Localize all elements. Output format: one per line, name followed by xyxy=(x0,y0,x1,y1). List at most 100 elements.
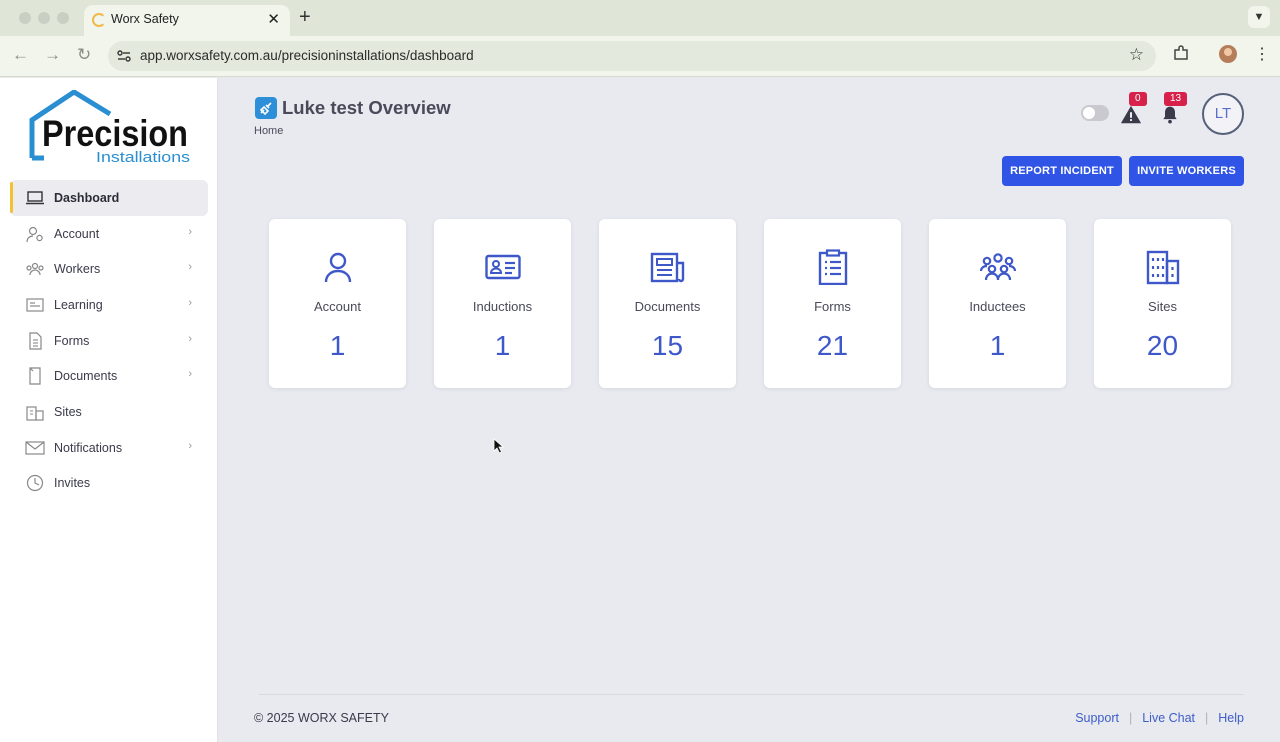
browser-menu-icon[interactable]: ⋮ xyxy=(1254,44,1270,64)
browser-toolbar: ← → ↻ app.worxsafety.com.au/precisionins… xyxy=(0,36,1280,77)
favicon-icon xyxy=(92,13,106,27)
tab-title: Worx Safety xyxy=(111,12,179,26)
extensions-icon[interactable] xyxy=(1172,44,1190,62)
stat-label: Documents xyxy=(634,299,701,314)
footer-copyright: © 2025 WORX SAFETY xyxy=(254,711,389,725)
theme-toggle[interactable] xyxy=(1081,105,1109,121)
user-gear-icon xyxy=(26,226,43,242)
reload-icon[interactable]: ↻ xyxy=(77,45,91,65)
notifications-count-badge: 13 xyxy=(1164,92,1188,106)
stat-card-inductees[interactable]: Inductees 1 xyxy=(929,219,1066,388)
stat-label: Sites xyxy=(1148,299,1177,314)
user-avatar[interactable]: LT xyxy=(1202,93,1244,135)
alerts-button[interactable]: 0 xyxy=(1119,92,1147,126)
sidebar-item-invites[interactable]: Invites xyxy=(10,466,208,502)
clipboard-icon xyxy=(818,249,847,285)
footer-separator: | xyxy=(1205,711,1209,725)
profile-avatar[interactable] xyxy=(1219,45,1237,63)
stat-label: Inductees xyxy=(969,299,1026,314)
id-card-icon xyxy=(484,254,521,280)
sidebar-item-workers[interactable]: Workers › xyxy=(10,251,208,287)
mail-icon xyxy=(25,441,45,455)
notifications-button[interactable]: 13 xyxy=(1159,92,1188,126)
sidebar-item-account[interactable]: Account › xyxy=(10,216,208,252)
stat-card-inductions[interactable]: Inductions 1 xyxy=(434,219,571,388)
laptop-icon xyxy=(26,191,44,205)
form-icon xyxy=(29,331,42,350)
person-icon xyxy=(324,252,351,283)
stat-value: 1 xyxy=(494,330,511,361)
footer-link-support[interactable]: Support xyxy=(1075,711,1119,725)
site-info-icon[interactable] xyxy=(116,48,132,64)
stat-label: Account xyxy=(314,299,361,314)
stat-card-documents[interactable]: Documents 15 xyxy=(599,219,736,388)
document-icon xyxy=(29,367,41,385)
stat-value: 1 xyxy=(329,330,346,361)
stat-value: 21 xyxy=(816,330,849,361)
warning-icon xyxy=(1120,105,1142,124)
window-close-dot[interactable] xyxy=(19,12,31,24)
building-icon xyxy=(1146,250,1179,285)
footer-divider xyxy=(259,694,1244,695)
building-icon xyxy=(26,406,44,421)
sidebar-item-notifications[interactable]: Notifications › xyxy=(10,430,208,466)
svg-text:Precision: Precision xyxy=(42,113,188,154)
new-tab-icon[interactable]: + xyxy=(299,6,311,29)
sidebar: Precision Installations Dashboard Accoun… xyxy=(0,78,218,742)
report-incident-button[interactable]: REPORT INCIDENT xyxy=(1002,156,1122,186)
url-text: app.worxsafety.com.au/precisioninstallat… xyxy=(140,48,474,63)
chevron-right-icon: › xyxy=(188,297,192,310)
footer-link-help[interactable]: Help xyxy=(1218,711,1244,725)
footer-separator: | xyxy=(1128,711,1133,725)
sidebar-item-label: Forms xyxy=(54,333,90,348)
sidebar-item-label: Documents xyxy=(54,369,118,384)
learning-icon xyxy=(26,298,44,312)
page-title: Luke test Overview xyxy=(282,97,451,118)
bell-icon xyxy=(1163,106,1177,124)
mouse-cursor-icon xyxy=(493,438,505,454)
group-icon xyxy=(979,253,1016,281)
sidebar-item-label: Dashboard xyxy=(54,190,120,205)
bookmark-star-icon[interactable]: ☆ xyxy=(1129,45,1144,65)
forward-icon[interactable]: → xyxy=(44,45,61,65)
stat-value: 20 xyxy=(1146,330,1179,361)
stat-label: Inductions xyxy=(472,299,533,314)
stat-label: Forms xyxy=(814,299,851,314)
chevron-right-icon: › xyxy=(188,261,192,274)
chevron-right-icon: › xyxy=(188,368,192,381)
back-icon[interactable]: ← xyxy=(12,45,29,65)
invite-workers-button[interactable]: INVITE WORKERS xyxy=(1129,156,1244,186)
precision-installations-logo[interactable]: Precision Installations xyxy=(28,90,192,166)
sidebar-item-forms[interactable]: Forms › xyxy=(10,323,208,359)
page-title-icon xyxy=(255,97,277,119)
close-icon[interactable]: ✕ xyxy=(267,10,280,28)
browser-tab[interactable]: Worx Safety ✕ xyxy=(84,5,290,36)
footer-links: Support | Live Chat | Help xyxy=(1075,711,1244,725)
sidebar-item-sites[interactable]: Sites xyxy=(10,394,208,430)
address-bar[interactable]: app.worxsafety.com.au/precisioninstallat… xyxy=(108,41,1156,71)
newspaper-icon xyxy=(650,252,684,283)
chevron-right-icon: › xyxy=(188,332,192,345)
svg-text:Installations: Installations xyxy=(96,149,190,166)
sidebar-item-documents[interactable]: Documents › xyxy=(10,358,208,394)
window-minimize-dot[interactable] xyxy=(38,12,50,24)
chevron-down-icon[interactable]: ▼ xyxy=(1248,6,1270,28)
footer-link-live-chat[interactable]: Live Chat xyxy=(1142,711,1195,725)
window-zoom-dot[interactable] xyxy=(57,12,69,24)
stat-card-forms[interactable]: Forms 21 xyxy=(764,219,901,388)
chevron-right-icon: › xyxy=(188,225,192,238)
sidebar-item-label: Workers xyxy=(54,262,101,277)
sidebar-item-label: Learning xyxy=(54,297,103,312)
plug-icon xyxy=(259,102,272,116)
alerts-count-badge: 0 xyxy=(1129,92,1147,106)
breadcrumb[interactable]: Home xyxy=(254,125,283,137)
stat-value: 15 xyxy=(651,330,684,361)
stat-value: 1 xyxy=(989,330,1006,361)
sidebar-item-dashboard[interactable]: Dashboard xyxy=(10,180,208,216)
sidebar-item-label: Account xyxy=(54,226,100,241)
stat-card-sites[interactable]: Sites 20 xyxy=(1094,219,1231,388)
main-content: Luke test Overview Home 0 13 LT REPORT I… xyxy=(219,78,1280,742)
sidebar-item-learning[interactable]: Learning › xyxy=(10,287,208,323)
stat-card-account[interactable]: Account 1 xyxy=(269,219,406,388)
sidebar-item-label: Invites xyxy=(54,476,91,491)
